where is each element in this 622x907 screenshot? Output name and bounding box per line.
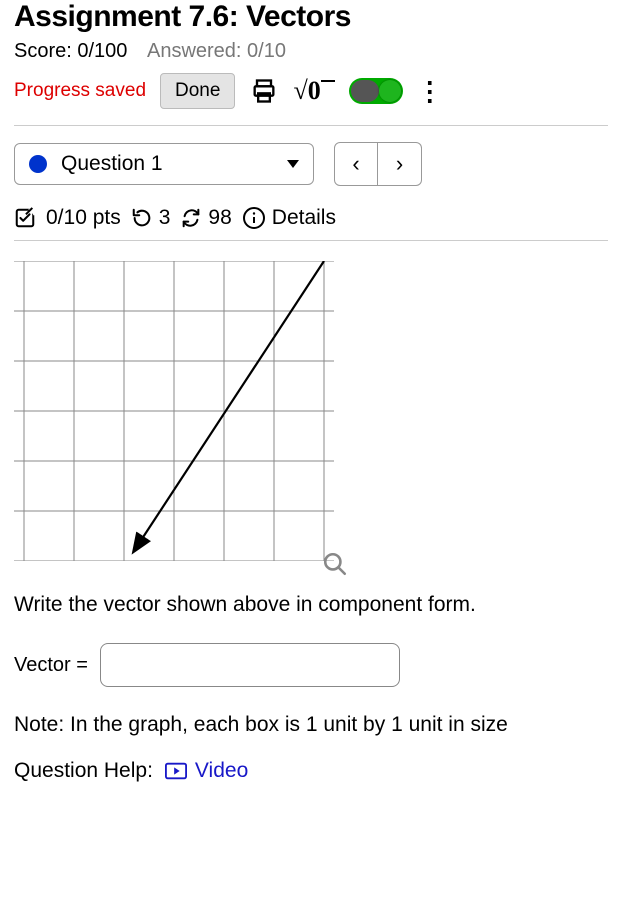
reattempts-label: 98	[208, 206, 231, 230]
question-status-dot-icon	[29, 155, 47, 173]
retry-icon	[131, 207, 153, 229]
question-selector-label: Question 1	[61, 152, 163, 176]
done-button[interactable]: Done	[160, 73, 235, 109]
progress-saved-label: Progress saved	[14, 80, 146, 102]
chevron-down-icon	[287, 160, 299, 168]
question-selector[interactable]: Question 1	[14, 143, 314, 185]
question-prompt: Write the vector shown above in componen…	[14, 593, 608, 617]
points-label: 0/10 pts	[46, 206, 121, 230]
video-icon	[165, 762, 187, 780]
more-menu-icon[interactable]: ⋮	[417, 78, 443, 104]
answer-input[interactable]	[100, 643, 400, 687]
answered-label: Answered: 0/10	[147, 40, 286, 62]
next-question-button[interactable]: ›	[378, 142, 422, 186]
reattempt-icon	[180, 207, 202, 229]
checkbox-icon	[14, 207, 36, 229]
help-label: Question Help:	[14, 759, 153, 783]
prev-question-button[interactable]: ‹	[334, 142, 378, 186]
magnify-icon[interactable]	[322, 551, 348, 577]
video-help-link[interactable]: Video	[165, 759, 248, 783]
answer-label: Vector =	[14, 654, 88, 677]
video-link-label: Video	[195, 759, 248, 783]
vector-graph	[14, 261, 334, 571]
info-icon[interactable]	[242, 206, 266, 230]
print-icon[interactable]	[249, 76, 279, 106]
details-label[interactable]: Details	[272, 206, 336, 230]
score-label: Score: 0/100	[14, 40, 127, 62]
display-toggle[interactable]	[349, 78, 403, 104]
page-title: Assignment 7.6: Vectors	[14, 0, 608, 34]
sqrt-icon[interactable]: √0	[293, 76, 334, 106]
graph-note: Note: In the graph, each box is 1 unit b…	[14, 713, 608, 737]
divider	[14, 125, 608, 126]
retries-label: 3	[159, 206, 171, 230]
